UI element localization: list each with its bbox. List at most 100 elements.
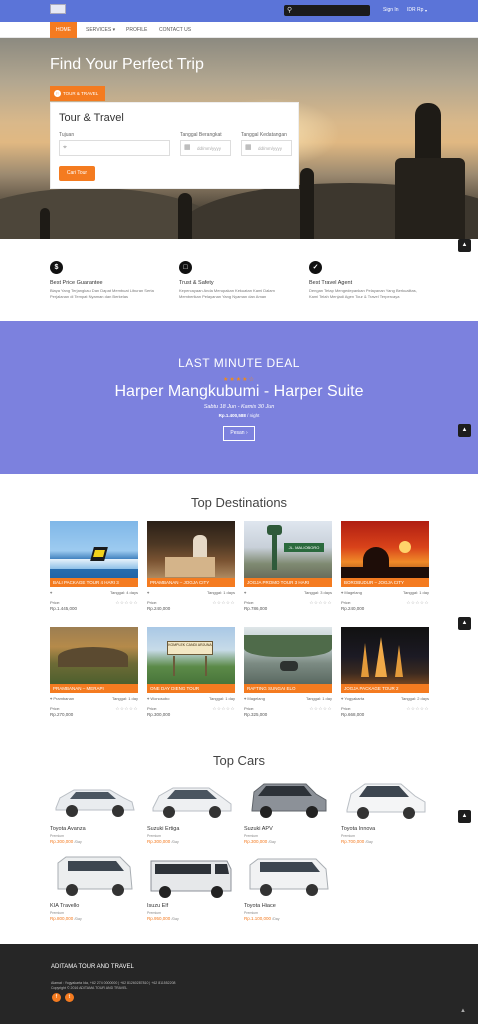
- destination-rating[interactable]: ☆☆☆☆☆: [212, 706, 235, 712]
- car-card[interactable]: Toyota Innova Premium Rp.700,000 /Day: [341, 778, 429, 844]
- location-text: Prambanan: [53, 696, 75, 701]
- car-image[interactable]: [244, 855, 332, 900]
- destination-image[interactable]: PRAMBANAN – MERAPI: [50, 627, 138, 693]
- kedatangan-date-input[interactable]: ▦ dd/mm/yyyy: [241, 140, 292, 156]
- search-input[interactable]: ⚲: [284, 5, 370, 16]
- destination-duration: Tanggal: 3 days: [303, 590, 332, 595]
- destination-location: ⌖ Prambanan: [50, 696, 74, 701]
- destination-image[interactable]: JOGJA PACKAGE TOUR 2: [341, 627, 429, 693]
- car-card[interactable]: Toyota Hiace Premium Rp.1.100,000 /Day: [244, 855, 332, 921]
- car-illustration: [57, 856, 133, 896]
- car-illustration: [150, 860, 232, 898]
- car-price-line: Rp.1.100,000 /Day: [244, 916, 280, 921]
- lock-icon: □: [179, 261, 192, 274]
- chevron-up-icon[interactable]: ▲: [458, 239, 471, 252]
- site-logo[interactable]: [50, 4, 66, 14]
- calendar-icon: ▦: [245, 144, 252, 151]
- sign-post: [205, 656, 207, 676]
- car-illustration: [55, 789, 135, 817]
- tab-tour-travel[interactable]: ⚐ TOUR & TRAVEL: [50, 86, 105, 101]
- destination-card[interactable]: RAFTING SUNGAI ELO ⌖ Magelang Tanggal: 1…: [244, 627, 332, 717]
- car-card[interactable]: Suzuki Ertiga Premium Rp.300,000 /Day: [147, 778, 235, 844]
- destination-rating[interactable]: ☆☆☆☆☆: [115, 600, 138, 606]
- feature-desc: Dengan Tetap Mengedepankan Pelayanan Yan…: [309, 288, 417, 299]
- destination-rating[interactable]: ☆☆☆☆☆: [406, 600, 429, 606]
- destination-name: BALI PACKAGE TOUR 4 HARI 3: [50, 578, 138, 587]
- destination-location: ⌖ Magelang: [341, 590, 362, 595]
- nav-services[interactable]: SERVICES ▾: [80, 22, 121, 38]
- destination-rating[interactable]: ☆☆☆☆☆: [406, 706, 429, 712]
- tujuan-input[interactable]: ⌖: [59, 140, 170, 156]
- car-image[interactable]: [50, 778, 138, 823]
- destination-duration: Tanggal: 2 days: [400, 696, 429, 701]
- berangkat-date-input[interactable]: ▦ dd/mm/yyyy: [180, 140, 231, 156]
- sign-post: [173, 656, 175, 676]
- chevron-up-icon[interactable]: ▲: [458, 810, 471, 823]
- destination-rating[interactable]: ☆☆☆☆☆: [309, 706, 332, 712]
- panel-title: Tour & Travel: [59, 112, 124, 124]
- destination-duration: Tanggal: 1 days: [206, 590, 235, 595]
- search-panel: Tour & Travel Tujuan Tanggal Berangkat T…: [50, 102, 299, 189]
- car-image[interactable]: [50, 855, 138, 900]
- chevron-up-icon[interactable]: ▲: [458, 1006, 468, 1016]
- destination-name: ONE DAY DIENG TOUR: [147, 684, 235, 693]
- destination-rating[interactable]: ☆☆☆☆☆: [309, 600, 332, 606]
- car-image[interactable]: [341, 778, 429, 823]
- destination-price-label: Price:: [341, 600, 352, 605]
- destination-image[interactable]: PRAMBANAN – JOGJA CITY: [147, 521, 235, 587]
- car-illustration: [251, 783, 327, 818]
- pesan-button[interactable]: Pesan ›: [223, 426, 255, 441]
- twitter-icon[interactable]: t: [65, 993, 74, 1002]
- destination-image[interactable]: KOMPLEK CANDI ARJUNA ONE DAY DIENG TOUR: [147, 627, 235, 693]
- temple-silhouette: [361, 643, 369, 677]
- destination-image[interactable]: BALI PACKAGE TOUR 4 HARI 3: [50, 521, 138, 587]
- destination-card[interactable]: JOGJA PACKAGE TOUR 2 ⌖ Yogyakarta Tangga…: [341, 627, 429, 717]
- car-illustration: [249, 858, 329, 896]
- sign-in-link[interactable]: Sign In: [383, 7, 399, 14]
- car-card[interactable]: Suzuki APV Premium Rp.300,000 /Day: [244, 778, 332, 844]
- destination-card[interactable]: BALI PACKAGE TOUR 4 HARI 3 ⌖ Tanggal: 4 …: [50, 521, 138, 611]
- destination-image[interactable]: RAFTING SUNGAI ELO: [244, 627, 332, 693]
- chevron-up-icon[interactable]: ▲: [458, 424, 471, 437]
- destination-price-label: Price:: [341, 706, 352, 711]
- car-image[interactable]: [147, 778, 235, 823]
- car-class: Premium: [341, 834, 356, 838]
- deal-hotel-name[interactable]: Harper Mangkubumi - Harper Suite: [0, 383, 478, 401]
- car-per-day: /Day: [171, 840, 179, 844]
- car-class: Premium: [147, 834, 162, 838]
- search-icon: ⚲: [287, 7, 293, 14]
- cari-tour-button[interactable]: Cari Tour: [59, 166, 95, 181]
- main-nav: HOME SERVICES ▾ PROFILE CONTACT US: [0, 22, 478, 38]
- facebook-icon[interactable]: f: [52, 993, 61, 1002]
- destination-price-label: Price:: [147, 706, 158, 711]
- destination-location: ⌖ Wonosobo: [147, 696, 169, 701]
- nav-home[interactable]: HOME: [50, 22, 77, 38]
- destination-card[interactable]: JL. MALIOBORO JOGJA PROMO TOUR 3 HARI ⌖ …: [244, 521, 332, 611]
- last-minute-deal: LAST MINUTE DEAL ★★★★☆ Harper Mangkubumi…: [0, 321, 478, 474]
- destination-duration: Tanggal: 1 day: [402, 590, 429, 595]
- destination-image[interactable]: BOROBUDUR – JOGJA CITY: [341, 521, 429, 587]
- destination-price: Rp.300,000: [147, 712, 171, 717]
- destination-card[interactable]: PRAMBANAN – MERAPI ⌖ Prambanan Tanggal: …: [50, 627, 138, 717]
- destination-card[interactable]: PRAMBANAN – JOGJA CITY ⌖ Tanggal: 1 days…: [147, 521, 235, 611]
- car-card[interactable]: Toyota Avanza Premium Rp.300,000 /Day: [50, 778, 138, 844]
- nav-profile[interactable]: PROFILE: [120, 22, 153, 38]
- destination-image[interactable]: JL. MALIOBORO JOGJA PROMO TOUR 3 HARI: [244, 521, 332, 587]
- car-card[interactable]: KIA Travello Premium Rp.800,000 /Day: [50, 855, 138, 921]
- footer-address: Alamat : Yogyakarta Ida, +62 274 0000000…: [51, 981, 176, 985]
- currency-select[interactable]: IDR Rp: [407, 7, 423, 14]
- destination-rating[interactable]: ☆☆☆☆☆: [115, 706, 138, 712]
- map-pin-icon: ⌖: [341, 590, 344, 595]
- destination-card[interactable]: KOMPLEK CANDI ARJUNA ONE DAY DIENG TOUR …: [147, 627, 235, 717]
- car-image[interactable]: [147, 855, 235, 900]
- destination-name: PRAMBANAN – JOGJA CITY: [147, 578, 235, 587]
- car-image[interactable]: [244, 778, 332, 823]
- car-card[interactable]: Isuzu Elf Premium Rp.950,000 /Day: [147, 855, 235, 921]
- kedatangan-label: Tanggal Kedatangan: [241, 132, 287, 138]
- chevron-up-icon[interactable]: ▲: [458, 617, 471, 630]
- tujuan-label: Tujuan: [59, 132, 75, 138]
- destination-card[interactable]: BOROBUDUR – JOGJA CITY ⌖ Magelang Tangga…: [341, 521, 429, 611]
- nav-contact[interactable]: CONTACT US: [153, 22, 197, 38]
- destination-rating[interactable]: ☆☆☆☆☆: [212, 600, 235, 606]
- map-pin-icon: ⌖: [147, 696, 150, 701]
